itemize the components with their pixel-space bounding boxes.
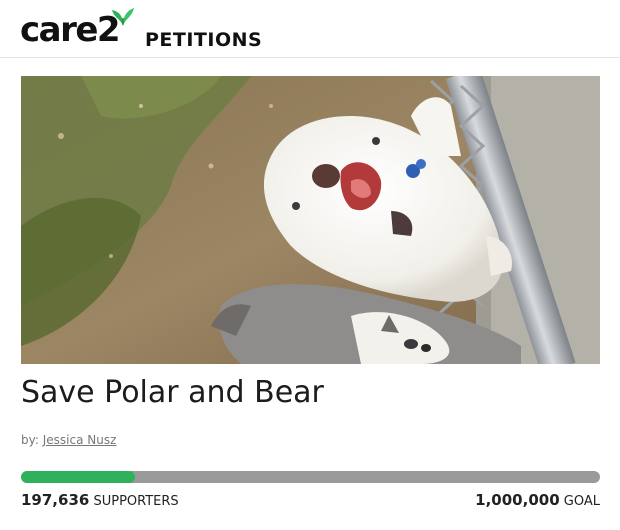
petition-title: Save Polar and Bear	[21, 375, 324, 410]
goal-number: 1,000,000	[475, 491, 560, 509]
husky-puppies-photo	[21, 76, 600, 364]
logo-wordmark: care2	[20, 10, 121, 50]
section-title-petitions[interactable]: PETITIONS	[145, 29, 262, 51]
butterfly-leaf-icon	[112, 8, 134, 26]
byline-label: by:	[21, 433, 39, 447]
petition-goal: 1,000,000 GOAL	[475, 491, 600, 511]
signature-progress-bar	[21, 471, 600, 483]
petition-hero-image	[21, 76, 600, 364]
supporters-count: 197,636 SUPPORTERS	[21, 491, 179, 511]
care2-logo[interactable]: care2	[20, 6, 138, 52]
supporters-number: 197,636	[21, 491, 90, 509]
petition-byline: by: Jessica Nusz	[21, 432, 116, 448]
author-link[interactable]: Jessica Nusz	[43, 433, 117, 447]
site-header: care2 PETITIONS	[0, 0, 620, 58]
signature-progress-fill	[21, 471, 136, 483]
supporters-label: SUPPORTERS	[93, 494, 179, 509]
goal-label: GOAL	[563, 494, 600, 509]
